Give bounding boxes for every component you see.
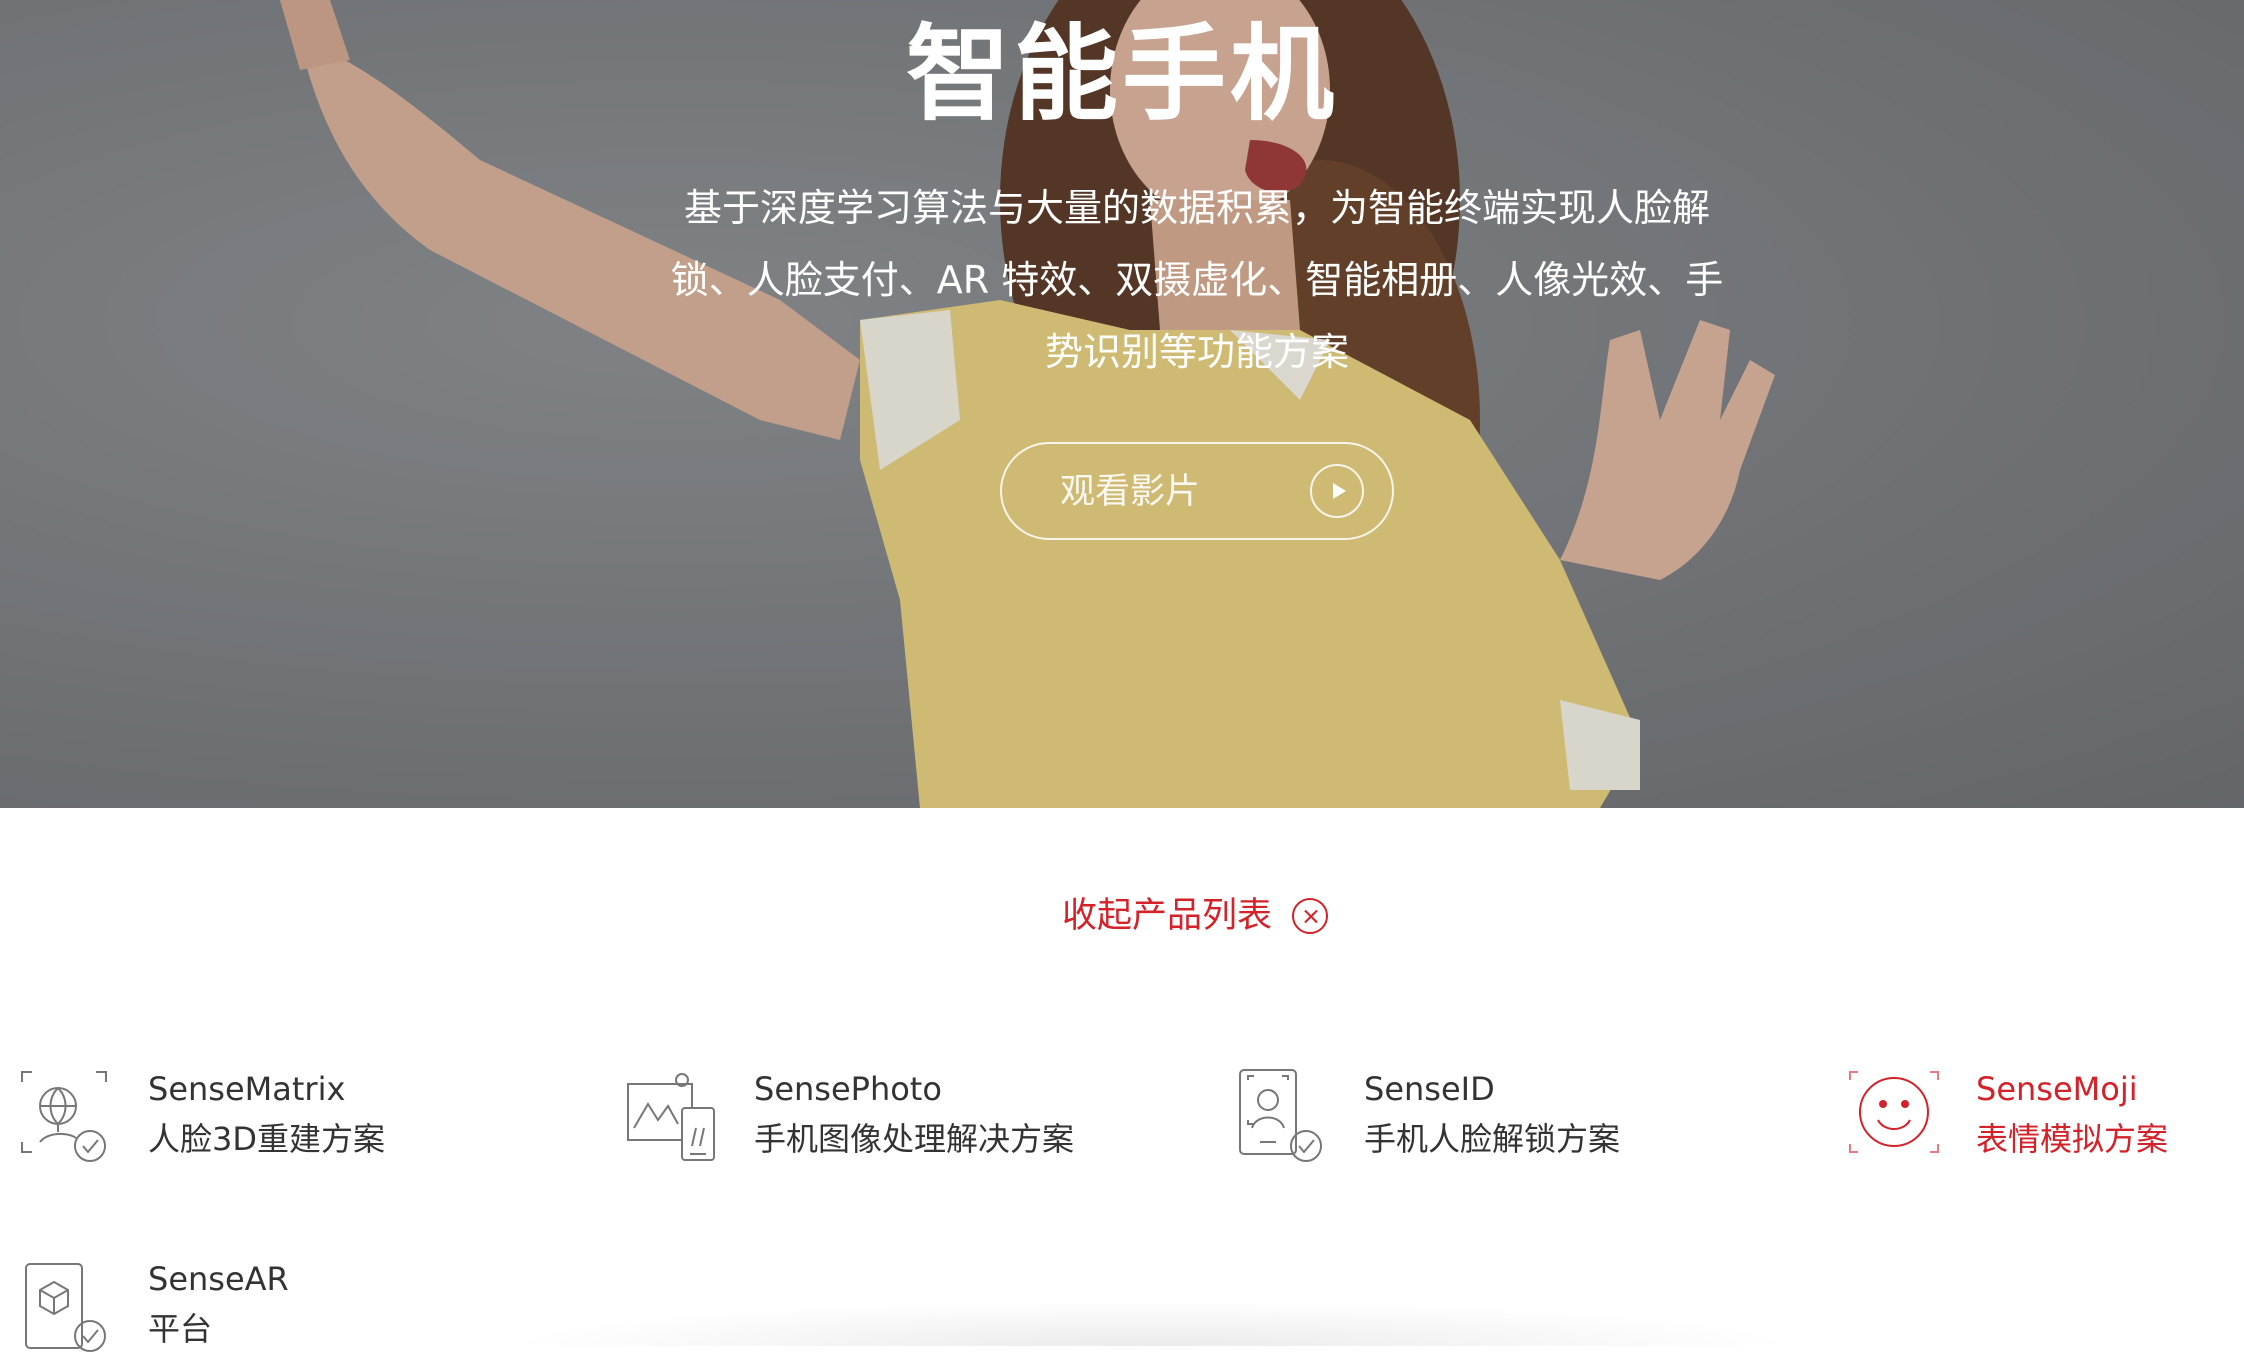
face-3d-icon bbox=[21, 1071, 107, 1162]
hero-description: 基于深度学习算法与大量的数据积累，为智能终端实现人脸解锁、人脸支付、AR 特效、… bbox=[670, 186, 1724, 374]
ar-cube-icon bbox=[25, 1263, 106, 1352]
product-desc: 表情模拟方案 bbox=[1976, 1120, 2169, 1158]
watch-video-label: 观看影片 bbox=[1060, 472, 1201, 512]
page-title: 智能手机 bbox=[905, 13, 1338, 135]
collapse-label: 收起产品列表 bbox=[1062, 896, 1273, 936]
product-sensemoji[interactable]: SenseMoji 表情模拟方案 bbox=[1848, 1066, 2228, 1176]
product-desc: 平台 bbox=[148, 1310, 213, 1348]
product-name: SenseMatrix bbox=[148, 1070, 346, 1108]
photo-phone-icon bbox=[627, 1073, 715, 1161]
product-name: SenseAR bbox=[148, 1260, 289, 1298]
smiley-icon bbox=[1849, 1071, 1939, 1153]
product-desc: 手机图像处理解决方案 bbox=[754, 1120, 1075, 1158]
product-name: SensePhoto bbox=[754, 1070, 942, 1108]
play-icon bbox=[1310, 464, 1364, 518]
product-desc: 人脸3D重建方案 bbox=[148, 1120, 386, 1158]
product-name: SenseID bbox=[1364, 1070, 1495, 1108]
collapse-product-list-button[interactable]: 收起产品列表 bbox=[1062, 890, 1329, 942]
hero-banner: 智能手机 基于深度学习算法与大量的数据积累，为智能终端实现人脸解锁、人脸支付、A… bbox=[0, 0, 2244, 808]
face-id-icon bbox=[1239, 1069, 1322, 1162]
product-sensephoto[interactable]: SensePhoto 手机图像处理解决方案 bbox=[626, 1066, 1146, 1176]
product-sensematrix[interactable]: SenseMatrix 人脸3D重建方案 bbox=[20, 1066, 540, 1176]
product-sensear[interactable]: SenseAR 平台 bbox=[20, 1256, 540, 1352]
product-name: SenseMoji bbox=[1976, 1070, 2138, 1108]
close-circle-icon bbox=[1292, 898, 1329, 934]
product-senseid[interactable]: SenseID 手机人脸解锁方案 bbox=[1236, 1066, 1756, 1176]
product-desc: 手机人脸解锁方案 bbox=[1364, 1120, 1621, 1158]
watch-video-button[interactable]: 观看影片 bbox=[1000, 442, 1394, 540]
bottom-shadow bbox=[500, 1300, 1800, 1346]
